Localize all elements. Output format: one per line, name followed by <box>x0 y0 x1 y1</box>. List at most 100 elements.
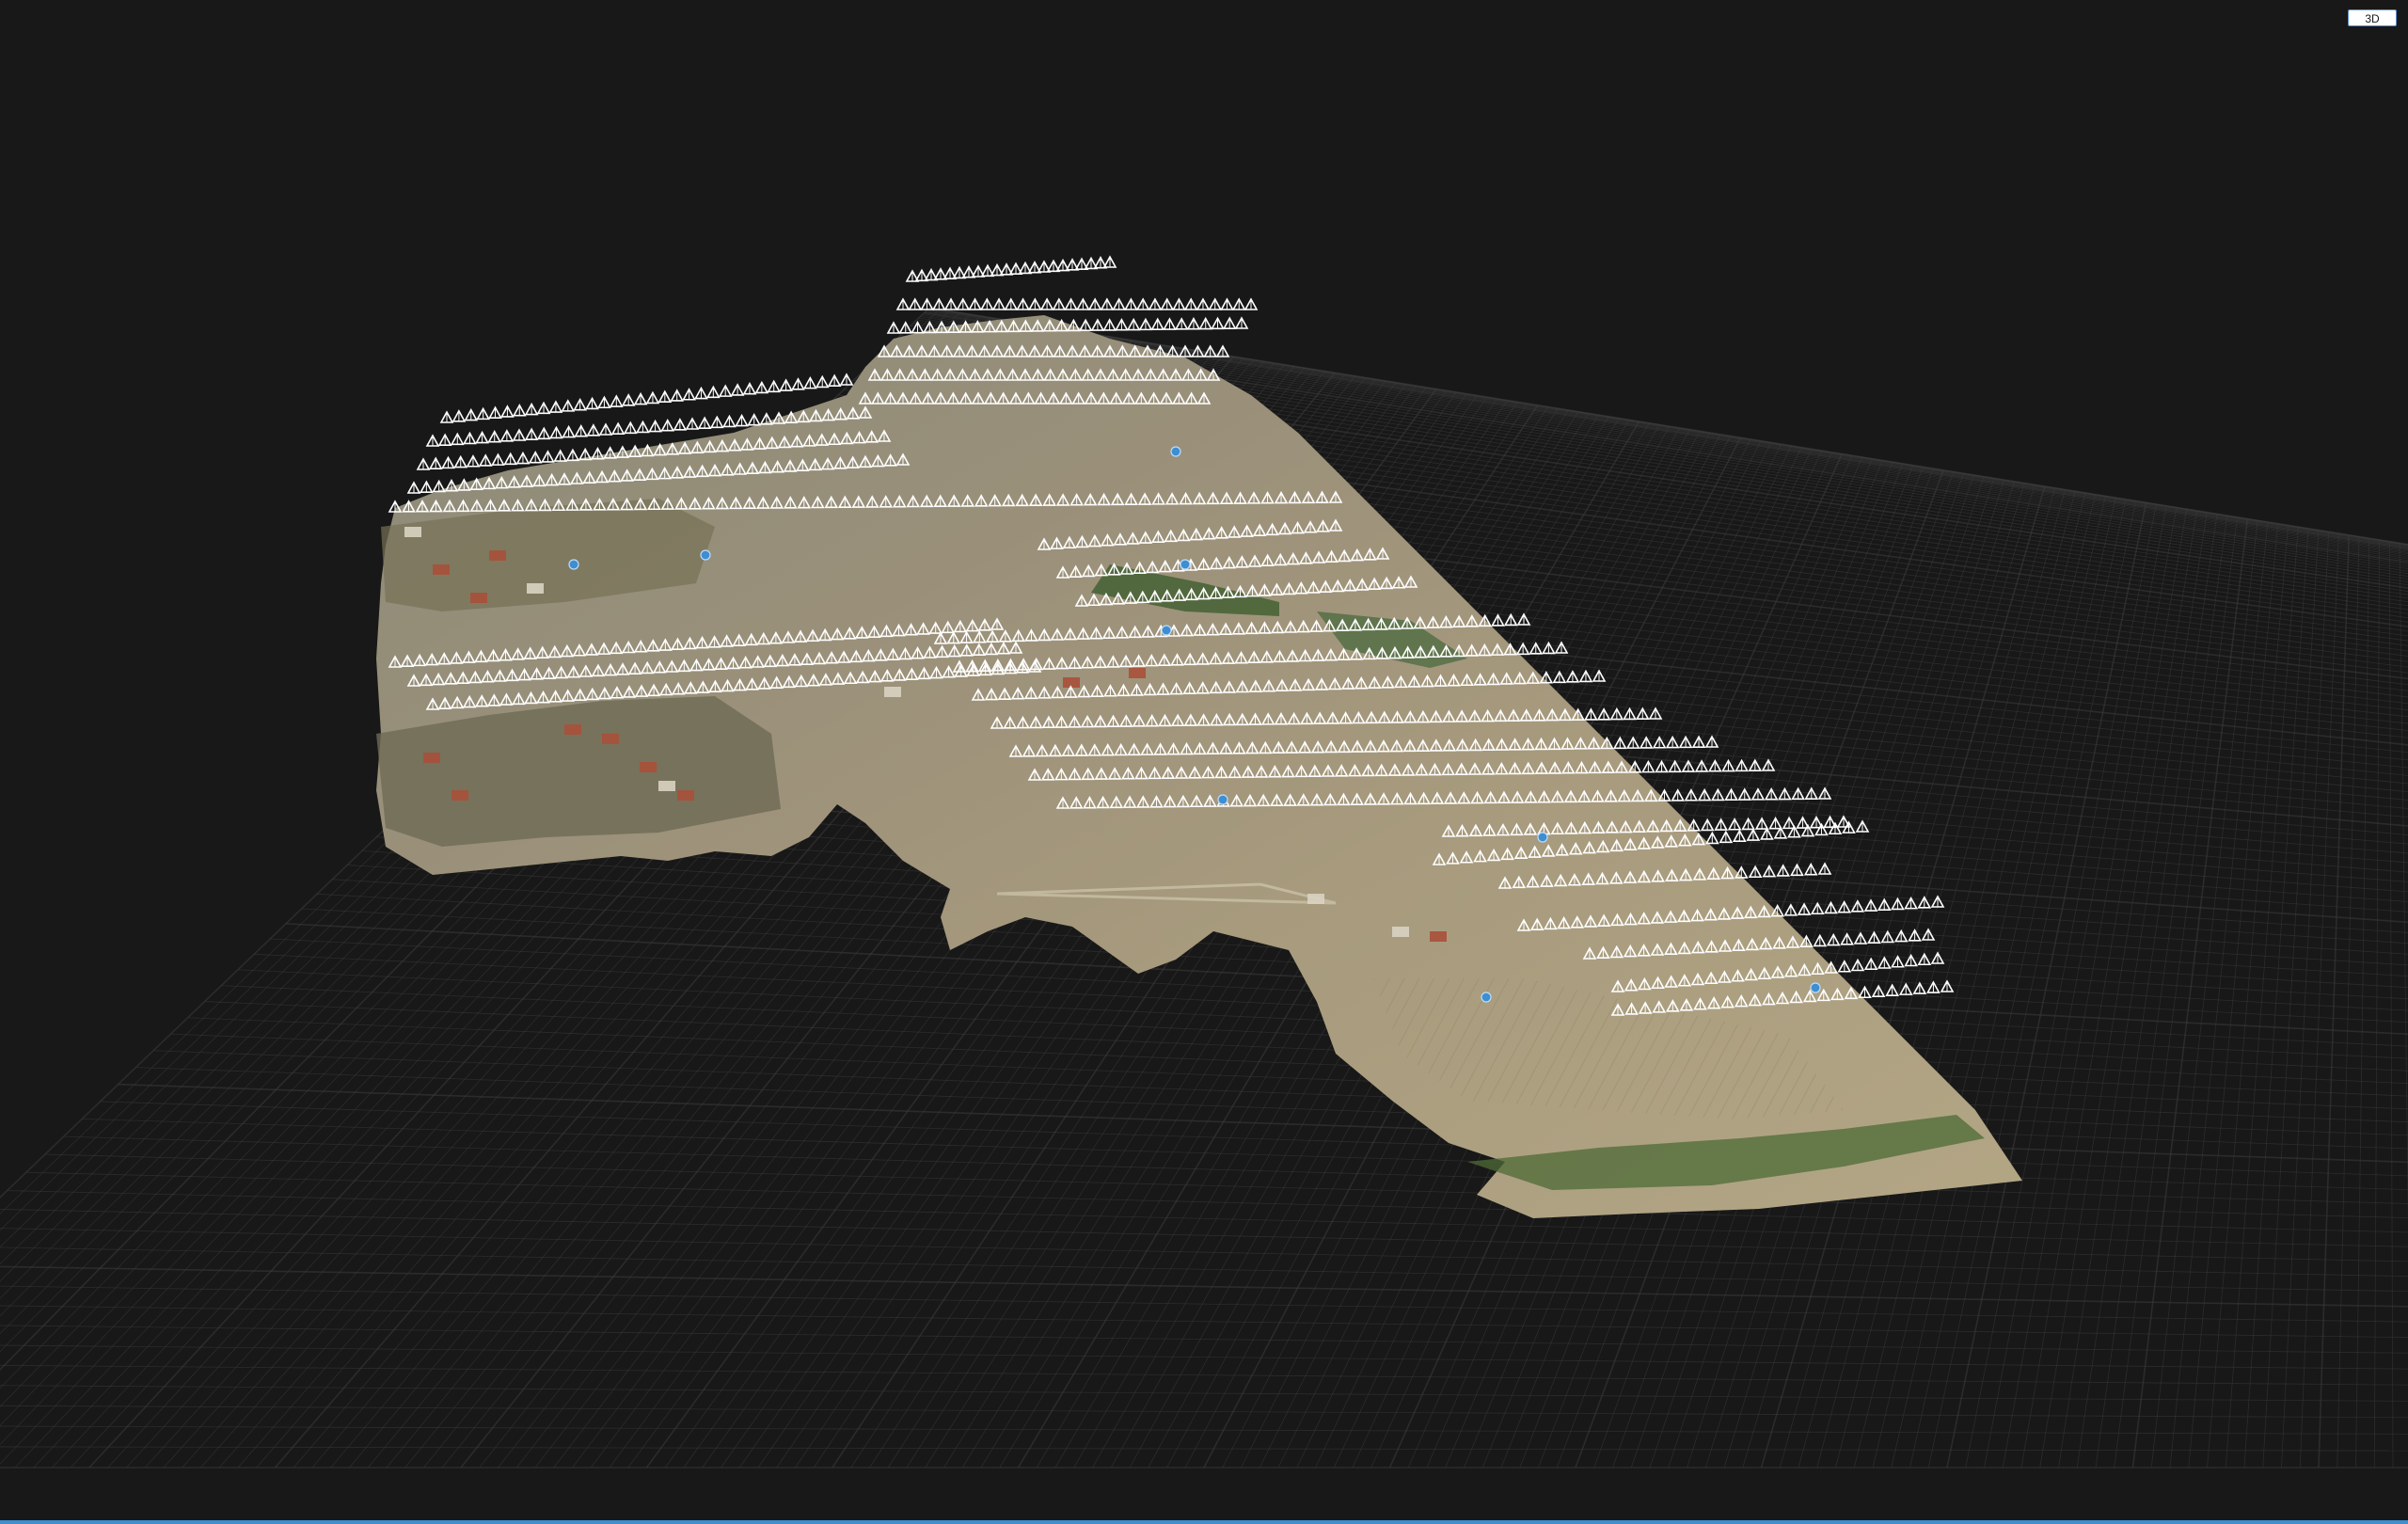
camera-pyramid-icon[interactable] <box>747 413 762 426</box>
camera-pyramid-icon[interactable] <box>968 297 982 310</box>
camera-pyramid-icon[interactable] <box>1898 982 1913 995</box>
camera-pyramid-icon[interactable] <box>682 388 696 401</box>
camera-pyramid-icon[interactable] <box>920 297 934 310</box>
camera-pyramid-icon[interactable] <box>1877 897 1892 912</box>
camera-pyramid-icon[interactable] <box>562 424 576 438</box>
camera-pyramid-icon[interactable] <box>1087 297 1102 310</box>
camera-pyramid-icon[interactable] <box>528 451 543 464</box>
camera-pyramid-icon[interactable] <box>1817 862 1832 875</box>
camera-pyramid-icon[interactable] <box>515 451 531 465</box>
camera-pyramid-icon[interactable] <box>1855 819 1870 833</box>
camera-pyramid-icon[interactable] <box>979 297 994 310</box>
camera-pyramid-icon[interactable] <box>1751 787 1766 801</box>
camera-pyramid-icon[interactable] <box>685 417 700 430</box>
camera-pyramid-icon[interactable] <box>491 452 505 466</box>
camera-pyramid-icon[interactable] <box>1584 707 1598 721</box>
camera-pyramid-icon[interactable] <box>1612 736 1627 750</box>
camera-pyramid-icon[interactable] <box>1917 896 1932 909</box>
camera-pyramid-icon[interactable] <box>609 394 624 407</box>
camera-pyramid-icon[interactable] <box>1183 297 1198 310</box>
camera-pyramid-icon[interactable] <box>524 427 539 440</box>
camera-pyramid-icon[interactable] <box>1691 735 1706 748</box>
camera-pyramid-icon[interactable] <box>1076 297 1090 310</box>
camera-pyramid-icon[interactable] <box>1150 317 1165 331</box>
camera-pyramid-icon[interactable] <box>1665 735 1680 749</box>
camera-pyramid-icon[interactable] <box>694 386 708 400</box>
camera-pyramid-icon[interactable] <box>1871 984 1886 998</box>
camera-pyramid-icon[interactable] <box>673 418 688 431</box>
camera-pyramid-icon[interactable] <box>1741 817 1755 831</box>
camera-pyramid-icon[interactable] <box>463 431 477 445</box>
camera-pyramid-icon[interactable] <box>1148 297 1163 310</box>
camera-pyramid-icon[interactable] <box>476 406 490 421</box>
camera-pyramid-icon[interactable] <box>718 384 733 397</box>
camera-pyramid-icon[interactable] <box>1124 297 1138 310</box>
camera-pyramid-icon[interactable] <box>453 454 468 468</box>
camera-pyramid-icon[interactable] <box>1198 316 1213 330</box>
camera-pyramid-icon[interactable] <box>1748 758 1763 771</box>
camera-pyramid-icon[interactable] <box>754 380 769 394</box>
camera-pyramid-icon[interactable] <box>503 452 518 466</box>
camera-pyramid-icon[interactable] <box>1733 829 1747 842</box>
camera-pyramid-icon[interactable] <box>779 378 793 391</box>
camera-pyramid-icon[interactable] <box>574 424 589 437</box>
camera-pyramid-icon[interactable] <box>419 480 434 494</box>
camera-pyramid-icon[interactable] <box>598 422 613 436</box>
gcp-marker-icon[interactable] <box>1217 794 1228 805</box>
camera-pyramid-icon[interactable] <box>475 430 489 444</box>
camera-pyramid-icon[interactable] <box>623 421 638 435</box>
camera-pyramid-icon[interactable] <box>1491 613 1505 627</box>
camera-pyramid-icon[interactable] <box>1641 759 1656 773</box>
camera-pyramid-icon[interactable] <box>1684 788 1699 802</box>
camera-pyramid-icon[interactable] <box>406 481 421 494</box>
camera-pyramid-icon[interactable] <box>536 426 551 440</box>
camera-pyramid-icon[interactable] <box>1016 297 1030 310</box>
camera-pyramid-icon[interactable] <box>1222 316 1237 329</box>
camera-pyramid-icon[interactable] <box>1516 612 1531 626</box>
camera-pyramid-icon[interactable] <box>1908 929 1922 942</box>
camera-pyramid-icon[interactable] <box>1064 297 1078 310</box>
camera-pyramid-icon[interactable] <box>416 457 431 470</box>
gcp-marker-icon[interactable] <box>1481 992 1492 1003</box>
camera-pyramid-icon[interactable] <box>1115 318 1129 331</box>
camera-pyramid-icon[interactable] <box>1904 896 1918 910</box>
camera-pyramid-icon[interactable] <box>1727 818 1742 831</box>
camera-pyramid-icon[interactable] <box>432 479 447 493</box>
camera-pyramid-icon[interactable] <box>1704 831 1719 845</box>
view-mode-button[interactable]: 3D <box>2348 9 2397 26</box>
camera-pyramid-icon[interactable] <box>1810 901 1825 915</box>
camera-pyramid-icon[interactable] <box>1163 317 1177 330</box>
camera-pyramid-icon[interactable] <box>697 416 712 429</box>
camera-pyramid-icon[interactable] <box>1863 898 1878 912</box>
camera-pyramid-icon[interactable] <box>1724 787 1738 802</box>
camera-pyramid-icon[interactable] <box>908 297 923 310</box>
gcp-marker-icon[interactable] <box>700 549 711 561</box>
camera-pyramid-icon[interactable] <box>1244 297 1259 310</box>
camera-pyramid-icon[interactable] <box>452 409 467 422</box>
camera-pyramid-icon[interactable] <box>922 320 937 334</box>
camera-pyramid-icon[interactable] <box>1863 957 1878 971</box>
camera-pyramid-icon[interactable] <box>549 425 563 439</box>
camera-pyramid-icon[interactable] <box>1172 297 1186 310</box>
camera-pyramid-icon[interactable] <box>597 395 611 409</box>
camera-pyramid-icon[interactable] <box>1135 297 1150 310</box>
camera-pyramid-icon[interactable] <box>428 456 443 469</box>
camera-pyramid-icon[interactable] <box>1714 818 1729 831</box>
camera-pyramid-icon[interactable] <box>1635 706 1650 720</box>
camera-pyramid-icon[interactable] <box>1203 344 1218 357</box>
camera-pyramid-icon[interactable] <box>466 454 481 468</box>
camera-pyramid-icon[interactable] <box>1126 317 1141 331</box>
camera-pyramid-icon[interactable] <box>1138 317 1153 331</box>
camera-pyramid-icon[interactable] <box>1817 786 1832 800</box>
camera-pyramid-icon[interactable] <box>1768 817 1782 830</box>
camera-pyramid-icon[interactable] <box>1208 297 1223 310</box>
camera-pyramid-icon[interactable] <box>541 450 555 463</box>
camera-pyramid-icon[interactable] <box>585 396 599 410</box>
camera-pyramid-icon[interactable] <box>839 373 854 386</box>
camera-pyramid-icon[interactable] <box>488 405 502 419</box>
camera-pyramid-icon[interactable] <box>1850 958 1865 972</box>
camera-pyramid-icon[interactable] <box>1790 863 1804 877</box>
camera-pyramid-icon[interactable] <box>621 393 636 406</box>
camera-pyramid-icon[interactable] <box>1707 759 1722 772</box>
camera-pyramid-icon[interactable] <box>633 391 648 405</box>
